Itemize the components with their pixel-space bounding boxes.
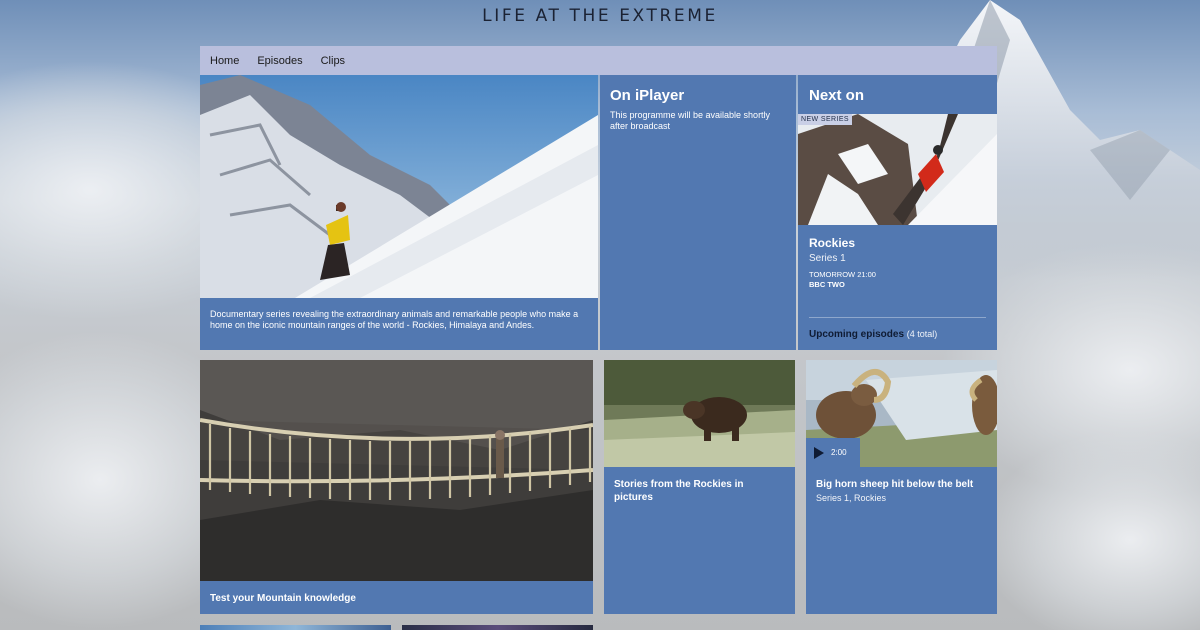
tile-big-horn-clip-subtitle: Series 1, Rockies (816, 493, 887, 503)
tile-rockies-gallery-title-line-2: pictures (614, 492, 653, 503)
clip-duration: 2:00 (831, 448, 847, 457)
tile-big-horn-clip[interactable]: 2:00 Big horn sheep hit below the belt S… (806, 360, 997, 614)
next-on-time: TOMORROW 21:00 (809, 270, 876, 279)
nav-home[interactable]: Home (210, 55, 239, 67)
iplayer-heading: On iPlayer (610, 87, 685, 104)
next-row-tile-1[interactable] (200, 625, 391, 630)
upcoming-episodes-label: Upcoming episodes (809, 329, 905, 340)
site-title: LIFE AT THE EXTREME (482, 6, 718, 26)
upcoming-episodes-link[interactable]: Upcoming episodes (4 total) (809, 329, 937, 340)
nav-clips[interactable]: Clips (321, 55, 345, 67)
tile-rockies-gallery-title-line-1: Stories from the Rockies in (614, 479, 744, 490)
iplayer-message-line-2: after broadcast (610, 121, 671, 131)
main-navigation: Home Episodes Clips (200, 46, 997, 75)
next-on-thumbnail[interactable]: NEW SERIES (798, 114, 997, 225)
next-on-panel: Next on NEW SERIES Rockies Series 1 TOMO… (798, 75, 997, 350)
rope-bridge-image (200, 360, 593, 581)
tile-mountain-quiz[interactable]: Test your Mountain knowledge (200, 360, 593, 614)
tile-rockies-gallery[interactable]: Stories from the Rockies in pictures (604, 360, 795, 614)
hero-image (200, 75, 598, 298)
iplayer-message-line-1: This programme will be available shortly (610, 110, 771, 120)
next-row-tile-2[interactable] (402, 625, 593, 630)
next-on-series: Series 1 (809, 253, 846, 264)
next-on-show-title[interactable]: Rockies (809, 236, 855, 250)
play-icon (814, 446, 824, 459)
hero-description: Documentary series revealing the extraor… (210, 309, 579, 330)
tile-big-horn-clip-title: Big horn sheep hit below the belt (816, 479, 974, 490)
bear-image (604, 360, 795, 467)
next-on-image (798, 114, 997, 225)
nav-episodes[interactable]: Episodes (257, 55, 302, 67)
upcoming-episodes-count: (4 total) (906, 329, 938, 339)
play-button[interactable]: 2:00 (806, 438, 860, 467)
new-series-badge: NEW SERIES (798, 114, 852, 125)
iplayer-panel: On iPlayer This programme will be availa… (600, 75, 796, 350)
tile-mountain-quiz-title: Test your Mountain knowledge (210, 593, 356, 604)
hero-panel[interactable]: Documentary series revealing the extraor… (200, 75, 598, 350)
next-on-channel: BBC TWO (809, 280, 845, 289)
next-on-divider (809, 317, 986, 318)
next-on-heading: Next on (809, 87, 865, 104)
